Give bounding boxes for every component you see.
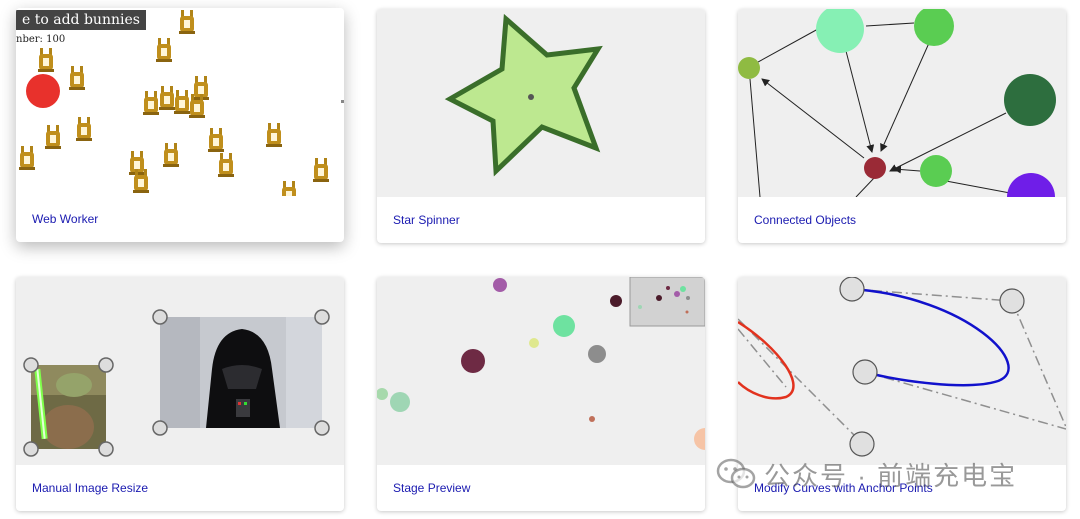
- bunnies: [19, 10, 329, 196]
- manual-image-resize-preview: [16, 277, 344, 465]
- star-spinner-preview: [377, 9, 705, 197]
- star-shape: [444, 13, 603, 177]
- stage-preview-preview: [377, 277, 705, 465]
- demo-link-manual-image-resize[interactable]: Manual Image Resize: [32, 481, 148, 495]
- wechat-icon: [716, 458, 756, 489]
- watermark: 公众号 · 前端充电宝: [716, 456, 1017, 492]
- demo-card-web-worker[interactable]: e to add bunnies nber: 100 Web Worker: [16, 8, 344, 242]
- add-bunnies-hint: e to add bunnies: [16, 10, 146, 30]
- yoda-image: [31, 365, 106, 449]
- bunny-counter: nber: 100: [16, 34, 66, 45]
- curve-anchors: [839, 277, 1025, 457]
- demo-link-connected-objects[interactable]: Connected Objects: [754, 213, 856, 227]
- demo-card-manual-image-resize[interactable]: Manual Image Resize: [16, 277, 344, 511]
- vader-image: [160, 317, 322, 428]
- red-ball: [26, 74, 60, 108]
- demo-card-connected-objects[interactable]: Connected Objects: [738, 9, 1066, 243]
- modify-curves-preview: [738, 277, 1066, 465]
- connected-objects-preview: [738, 9, 1066, 197]
- demo-card-star-spinner[interactable]: Star Spinner: [377, 9, 705, 243]
- minimap: [629, 277, 705, 327]
- watermark-text: 公众号 · 前端充电宝: [764, 460, 1018, 491]
- demo-link-star-spinner[interactable]: Star Spinner: [393, 213, 460, 227]
- demo-link-web-worker[interactable]: Web Worker: [32, 212, 98, 226]
- demo-card-stage-preview[interactable]: Stage Preview: [377, 277, 705, 511]
- web-worker-preview: e to add bunnies nber: 100: [16, 8, 344, 196]
- demo-link-stage-preview[interactable]: Stage Preview: [393, 481, 470, 495]
